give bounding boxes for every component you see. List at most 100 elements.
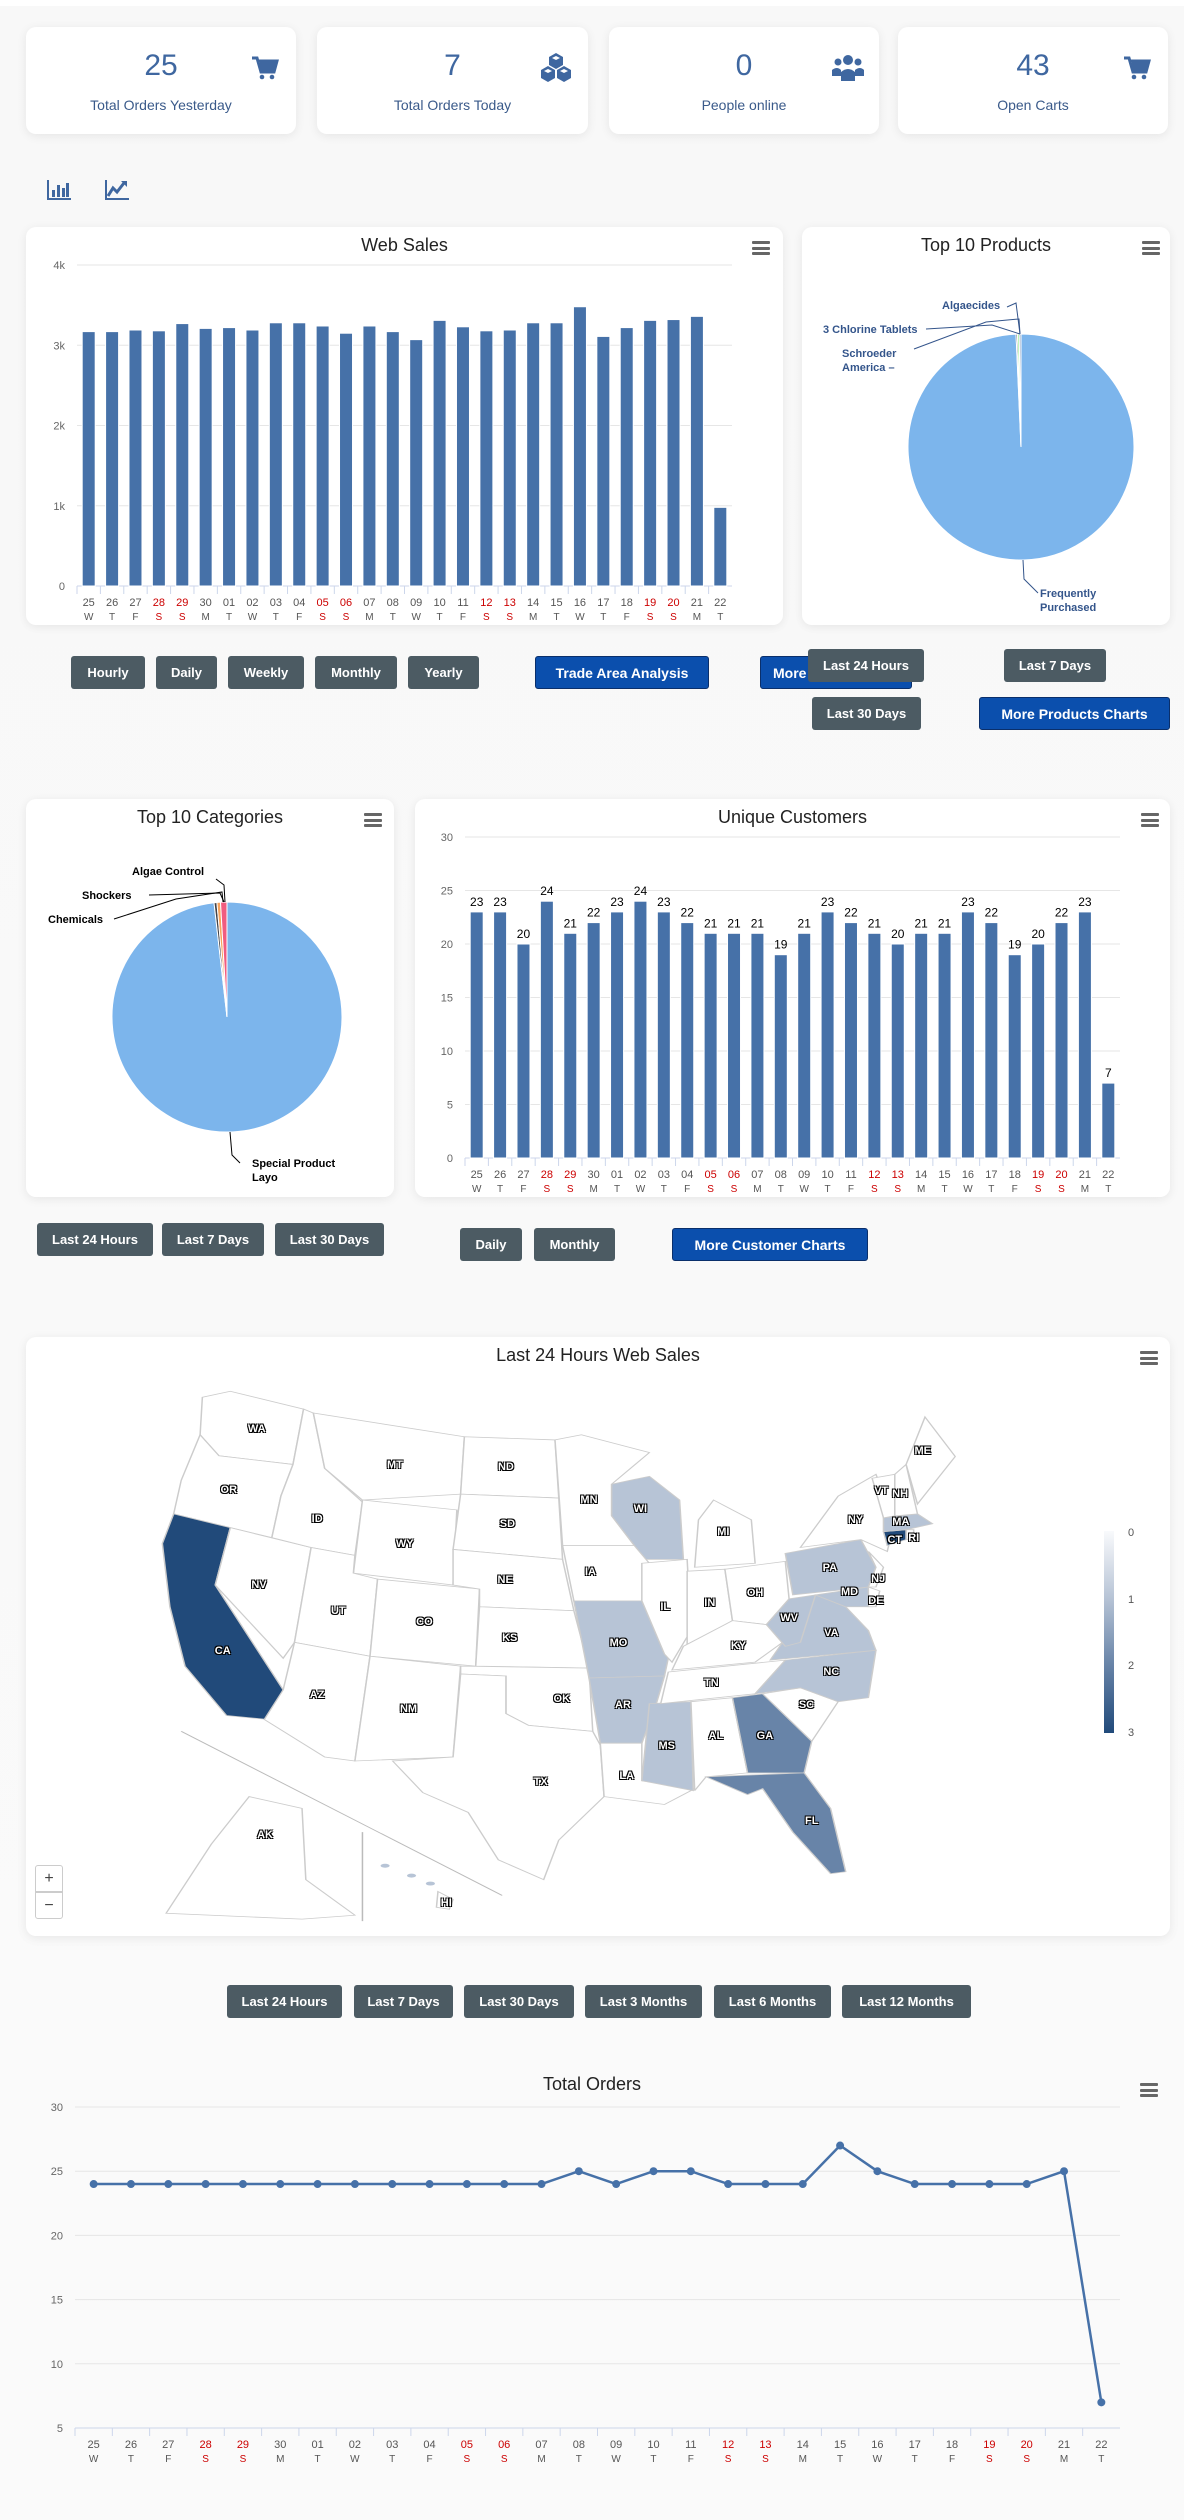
orders-last-6-months-button[interactable]: Last 6 Months (714, 1985, 831, 2018)
bar (890, 943, 905, 1159)
map-zoom-out-button[interactable]: − (35, 1892, 63, 1919)
data-label: 23 (470, 895, 484, 909)
x-tick-label: 22 (1095, 2439, 1107, 2451)
state-label: CO (416, 1615, 433, 1628)
bar (656, 911, 671, 1159)
data-label: 22 (985, 906, 999, 920)
state-label: NV (251, 1579, 267, 1592)
x-tick-label: 13 (759, 2439, 771, 2451)
orders-last-30-days-button[interactable]: Last 30 Days (464, 1985, 574, 2018)
bar (502, 329, 517, 587)
cubes-icon (541, 53, 571, 82)
x-tick-label: 11 (685, 2439, 696, 2451)
state-ks[interactable] (474, 1606, 590, 1669)
x-weekday-label: W (575, 612, 585, 623)
orders-last-3-months-button[interactable]: Last 3 Months (585, 1985, 702, 2018)
bar (750, 932, 765, 1159)
weekly-button[interactable]: Weekly (228, 656, 304, 689)
bar-chart-icon[interactable] (46, 178, 72, 202)
x-tick-label: 26 (494, 1169, 506, 1181)
x-weekday-label: W (248, 612, 258, 623)
x-tick-label: 19 (644, 597, 656, 609)
x-tick-label: 02 (246, 597, 258, 609)
bar (245, 329, 260, 587)
data-point (948, 2180, 957, 2189)
monthly-button[interactable]: Monthly (315, 656, 397, 689)
x-tick-label: 30 (588, 1169, 600, 1181)
x-weekday-label: M (537, 2454, 545, 2465)
state-label: ID (311, 1513, 323, 1525)
bar (843, 922, 858, 1159)
products-last-30-days-button[interactable]: Last 30 Days (812, 697, 921, 730)
bar (385, 331, 400, 587)
more-products-charts-button[interactable]: More Products Charts (979, 697, 1170, 730)
data-point (276, 2180, 285, 2189)
x-tick-label: 09 (610, 2439, 622, 2451)
y-tick-label: 25 (441, 886, 453, 898)
x-tick-label: 04 (293, 597, 305, 609)
x-weekday-label: S (762, 2454, 769, 2465)
customers-monthly-button[interactable]: Monthly (534, 1228, 615, 1261)
x-tick-label: 07 (751, 1169, 763, 1181)
categories-last-30-days-button[interactable]: Last 30 Days (275, 1223, 384, 1256)
stat-label: Total Orders Yesterday (90, 97, 232, 113)
x-tick-label: 22 (1102, 1169, 1114, 1181)
line-chart-icon[interactable] (104, 178, 130, 202)
state-label: NJ (871, 1573, 886, 1586)
pie-label: Special Product Layo (252, 1158, 336, 1184)
x-weekday-label: F (1012, 1184, 1018, 1195)
state-me[interactable] (905, 1415, 957, 1506)
state-ia[interactable] (561, 1545, 651, 1602)
state-az[interactable] (263, 1641, 371, 1762)
x-tick-label: 20 (667, 597, 679, 609)
categories-last-7-days-button[interactable]: Last 7 Days (162, 1223, 264, 1256)
x-weekday-label: S (319, 612, 326, 623)
us-states-map[interactable] (0, 1330, 1184, 1950)
pie-label: Algaecides (942, 300, 1001, 312)
trade-area-analysis-button[interactable]: Trade Area Analysis (535, 656, 709, 689)
data-point (1097, 2398, 1106, 2407)
orders-last-7-days-button[interactable]: Last 7 Days (354, 1985, 453, 2018)
products-last-7-days-button[interactable]: Last 7 Days (1004, 649, 1106, 682)
categories-last-24-hours-button[interactable]: Last 24 Hours (37, 1223, 153, 1256)
pie-connector (215, 878, 226, 903)
hourly-button[interactable]: Hourly (71, 656, 145, 689)
orders-last-12-months-button[interactable]: Last 12 Months (842, 1985, 971, 2018)
x-weekday-label: T (912, 2454, 918, 2465)
x-tick-label: 11 (845, 1169, 856, 1181)
x-weekday-label: F (949, 2454, 955, 2465)
hawaii-island (407, 1873, 417, 1878)
yearly-button[interactable]: Yearly (408, 656, 479, 689)
state-label: CT (887, 1533, 903, 1546)
more-customer-charts-button[interactable]: More Customer Charts (672, 1228, 868, 1261)
state-label: UT (330, 1604, 346, 1617)
x-tick-label: 01 (311, 2439, 323, 2451)
y-tick-label: 20 (51, 2230, 63, 2242)
x-weekday-label: M (276, 2454, 284, 2465)
data-label: 22 (681, 906, 695, 920)
orders-last-24-hours-button[interactable]: Last 24 Hours (227, 1985, 342, 2018)
x-weekday-label: S (156, 612, 163, 623)
data-point (798, 2180, 807, 2189)
state-fl[interactable] (704, 1772, 847, 1875)
x-weekday-label: M (799, 2454, 807, 2465)
data-point (201, 2180, 210, 2189)
x-weekday-label: T (661, 1184, 667, 1195)
state-label: OH (746, 1586, 764, 1599)
state-ak[interactable] (165, 1796, 357, 1920)
unique-customers-chart-card: Unique Customers 0 5 10 15 20 25 30 25 W 26 T 27 F 28… (415, 799, 1170, 1197)
x-weekday-label: F (684, 1184, 690, 1195)
x-weekday-label: S (240, 2454, 247, 2465)
x-weekday-label: W (472, 1184, 482, 1195)
x-weekday-label: M (365, 612, 373, 623)
customers-daily-button[interactable]: Daily (460, 1228, 522, 1261)
state-label: NY (847, 1514, 864, 1527)
state-label: LA (619, 1770, 635, 1783)
daily-button[interactable]: Daily (156, 656, 217, 689)
x-tick-label: 10 (821, 1169, 833, 1181)
data-point (462, 2180, 471, 2189)
x-weekday-label: W (963, 1184, 973, 1195)
map-zoom-in-button[interactable]: + (35, 1865, 63, 1892)
state-label: RI (908, 1531, 920, 1544)
products-last-24-hours-button[interactable]: Last 24 Hours (808, 649, 924, 682)
